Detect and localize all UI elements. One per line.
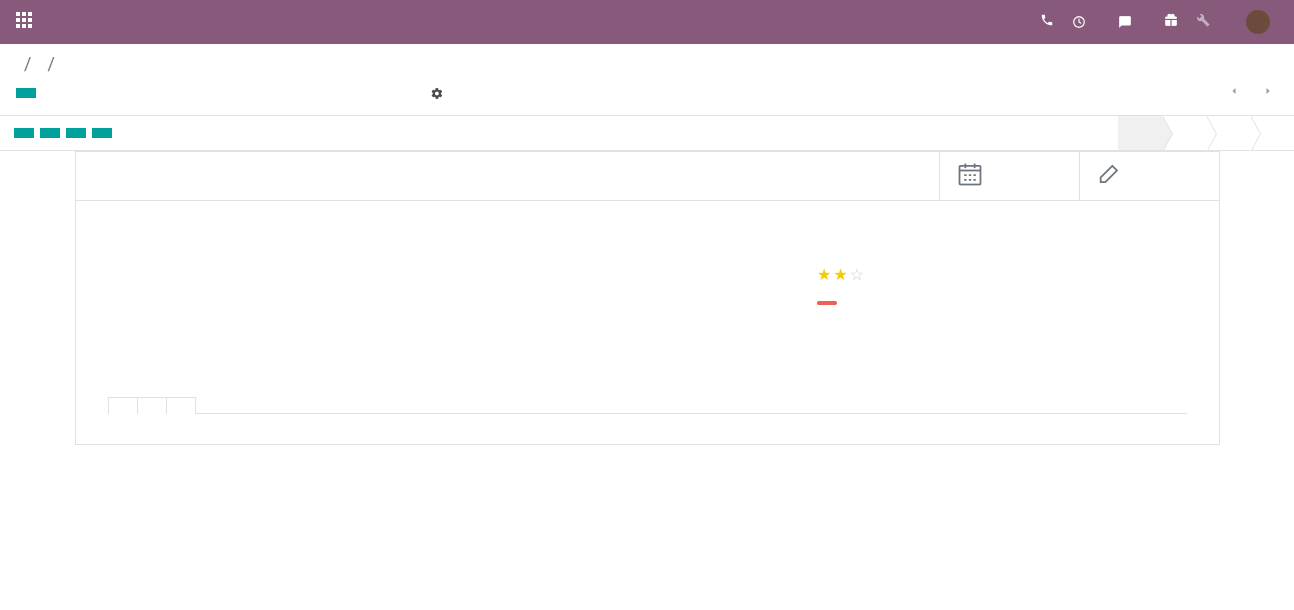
enrich-button[interactable] <box>118 128 138 138</box>
top-nav <box>0 0 1294 44</box>
tools-icon[interactable] <box>1196 13 1210 31</box>
field-columns: ★ ★ ☆ <box>108 255 1187 343</box>
sheet-body: ★ ★ ☆ <box>76 201 1219 367</box>
edit-note-icon <box>1096 160 1124 192</box>
mark-won-button[interactable] <box>66 128 86 138</box>
phone-icon[interactable] <box>1040 13 1054 31</box>
stage-pipeline <box>1118 116 1294 150</box>
quotations-stat-button[interactable] <box>1079 152 1219 200</box>
user-avatar-icon <box>1246 10 1270 34</box>
mark-lost-button[interactable] <box>92 128 112 138</box>
priority-row: ★ ★ ☆ <box>677 265 1187 284</box>
button-box <box>76 152 1219 201</box>
breadcrumb-sep: / <box>47 54 54 75</box>
tags-label <box>677 294 817 309</box>
right-column: ★ ★ ☆ <box>677 255 1187 343</box>
sheet-wrap: ★ ★ ☆ <box>0 151 1294 461</box>
priority-label <box>677 265 817 284</box>
breadcrumb-bar: / / <box>0 44 1294 75</box>
star-icon[interactable]: ★ <box>833 265 847 284</box>
tab-extra-information[interactable] <box>137 397 167 414</box>
create-button[interactable] <box>42 88 62 98</box>
gear-icon <box>431 87 444 100</box>
pager-prev-icon[interactable] <box>1224 85 1244 101</box>
meeting-stat-button[interactable] <box>939 152 1079 200</box>
stage-new[interactable] <box>1118 116 1162 150</box>
tags-row <box>677 294 1187 309</box>
form-sheet: ★ ★ ☆ <box>75 151 1220 445</box>
pager-next-icon[interactable] <box>1258 85 1278 101</box>
star-icon[interactable]: ☆ <box>850 265 864 284</box>
edit-button[interactable] <box>16 88 36 98</box>
tab-assigned-partner[interactable] <box>166 397 196 414</box>
breadcrumb-sep: / <box>24 54 31 75</box>
pager <box>1210 85 1278 101</box>
action-dropdown[interactable] <box>431 87 450 100</box>
priority-stars: ★ ★ ☆ <box>817 265 1187 284</box>
statusbar-buttons <box>0 116 138 150</box>
tab-internal-notes[interactable] <box>108 397 138 414</box>
tag-product[interactable] <box>817 301 837 305</box>
star-icon[interactable]: ★ <box>817 265 831 284</box>
status-bar <box>0 115 1294 151</box>
activities-button[interactable] <box>1072 15 1100 29</box>
apps-icon[interactable] <box>16 12 32 32</box>
new-quotation-button[interactable] <box>14 128 34 138</box>
breadcrumbs: / / <box>16 54 1278 75</box>
gift-icon[interactable] <box>1164 13 1178 31</box>
notebook-tabs <box>108 397 1187 414</box>
user-menu[interactable] <box>1246 10 1278 34</box>
calendar-icon <box>956 160 984 192</box>
topnav-right <box>1040 10 1278 34</box>
control-bar <box>0 75 1294 115</box>
new-rental-button[interactable] <box>40 128 60 138</box>
messages-button[interactable] <box>1118 15 1146 29</box>
left-column <box>108 255 618 343</box>
